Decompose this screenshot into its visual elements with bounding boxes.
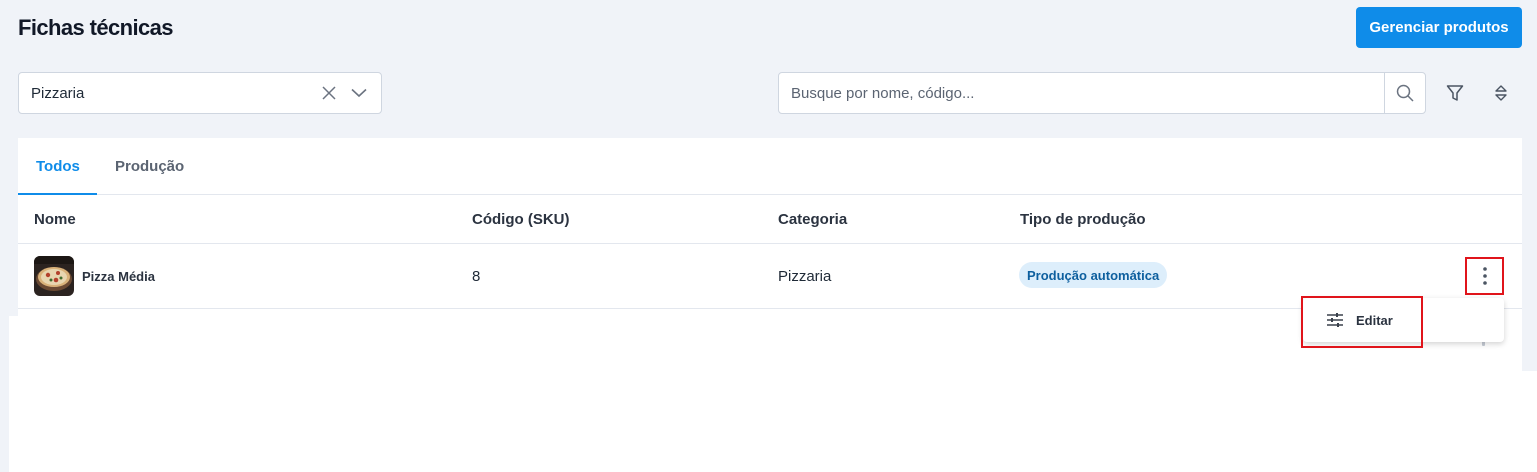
chevron-down-icon[interactable] <box>349 83 369 103</box>
column-header-category[interactable]: Categoria <box>778 211 847 228</box>
production-type-badge: Produção automática <box>1019 262 1168 288</box>
more-vertical-icon <box>1482 267 1487 285</box>
table-row[interactable]: Pizza Média 8 Pizzaria Produção automáti… <box>18 244 1522 309</box>
tab-bar: Todos Produção <box>18 138 1522 195</box>
product-sku: 8 <box>472 268 481 285</box>
tab-todos[interactable]: Todos <box>36 158 80 175</box>
page: Fichas técnicas Gerenciar produtos Pizza… <box>0 0 1537 472</box>
table-header: Nome Código (SKU) Categoria Tipo de prod… <box>18 195 1522 244</box>
search-field <box>778 72 1426 114</box>
menu-item-label: Editar <box>1356 312 1393 328</box>
tab-producao[interactable]: Produção <box>115 158 184 175</box>
column-header-name[interactable]: Nome <box>34 211 76 228</box>
row-actions-button[interactable] <box>1465 257 1504 295</box>
column-header-production-type[interactable]: Tipo de produção <box>1020 211 1146 228</box>
sliders-icon <box>1327 313 1343 327</box>
sort-icon[interactable] <box>1489 81 1513 105</box>
product-category: Pizzaria <box>778 268 832 285</box>
product-name[interactable]: Pizza Média <box>82 269 155 284</box>
search-input[interactable] <box>779 73 1384 113</box>
category-select[interactable]: Pizzaria <box>18 72 382 114</box>
page-title: Fichas técnicas <box>18 15 173 40</box>
page-background-strip <box>0 316 9 472</box>
products-card: Todos Produção Nome Código (SKU) Categor… <box>18 138 1522 316</box>
search-icon <box>1396 84 1414 102</box>
page-background-strip-right <box>1522 316 1537 371</box>
menu-item-editar[interactable]: Editar <box>1303 298 1504 342</box>
category-select-value: Pizzaria <box>31 84 85 102</box>
clear-icon[interactable] <box>319 83 339 103</box>
column-header-sku[interactable]: Código (SKU) <box>472 211 569 228</box>
search-button[interactable] <box>1384 73 1425 113</box>
row-actions-menu: Editar <box>1303 298 1504 342</box>
manage-products-button[interactable]: Gerenciar produtos <box>1356 7 1522 48</box>
product-thumbnail <box>34 256 74 296</box>
filter-icon[interactable] <box>1443 81 1467 105</box>
